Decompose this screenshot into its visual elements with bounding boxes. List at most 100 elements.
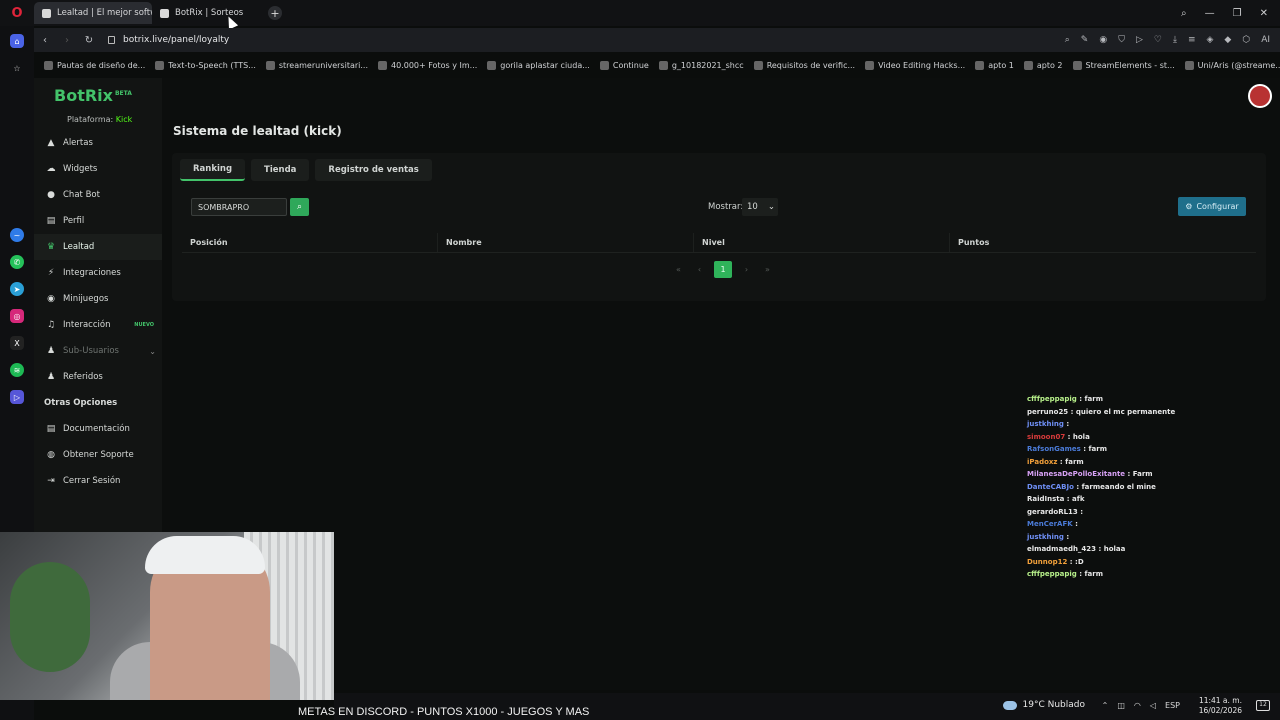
sidebar-item-integraciones[interactable]: ⚡ Integraciones (34, 260, 162, 286)
sidebar-item-perfil[interactable]: ▤ Perfil (34, 208, 162, 234)
camera-icon[interactable]: ◉ (1099, 35, 1107, 45)
chat-text: Farm (1132, 470, 1153, 478)
bookmark-label: Text-to-Speech (TTS... (168, 60, 256, 70)
chat-text: holaa (1103, 545, 1126, 553)
tab-ranking[interactable]: Ranking (180, 159, 246, 181)
bookmark-item[interactable]: Video Editing Hacks... (865, 60, 965, 70)
bookmark-item[interactable]: apto 1 (975, 60, 1014, 70)
url-field[interactable]: botrix.live/panel/loyalty (108, 35, 229, 45)
first-page-button[interactable]: « (672, 261, 685, 278)
sidebar-item-alertas[interactable]: ▲ Alertas (34, 130, 162, 156)
sidebar-item-widgets[interactable]: ☁ Widgets (34, 156, 162, 182)
extension-icon[interactable]: ◆ (1224, 35, 1231, 45)
sidebar-item-chat-bot[interactable]: ● Chat Bot (34, 182, 162, 208)
search-input[interactable]: SOMBRAPRO (191, 198, 287, 216)
last-page-button[interactable]: » (761, 261, 774, 278)
current-page-button[interactable]: 1 (714, 261, 732, 278)
bookmark-item[interactable]: Uni/Aris (@streame... (1184, 60, 1280, 70)
sidebar-item-obtener-soporte[interactable]: ◍ Obtener Soporte (34, 442, 162, 468)
avatar[interactable] (1248, 84, 1272, 108)
close-icon[interactable]: ✕ (1260, 8, 1268, 19)
sidebar-item-label: Referidos (63, 372, 103, 382)
heart-icon[interactable]: ♡ (1154, 35, 1162, 45)
reload-icon[interactable]: ↻ (78, 35, 100, 46)
clock[interactable]: 11:41 a. m. 16/02/2026 (1199, 696, 1242, 716)
sidebar-item-sub-usuarios[interactable]: ♟ Sub-Usuarios ⌄ (34, 338, 162, 364)
menu-icon[interactable]: ≡ (1188, 35, 1196, 45)
bookmark-item[interactable]: StreamElements - st... (1072, 60, 1175, 70)
zoom-icon[interactable]: ⌕ (1065, 35, 1070, 45)
screen: O Lealtad | El mejor softwar BotRix | So… (0, 0, 1280, 720)
back-icon[interactable]: ‹ (34, 35, 56, 46)
search-tabs-icon[interactable]: ⌕ (1181, 8, 1187, 19)
column-nivel[interactable]: Nivel (694, 233, 950, 252)
bookmark-item[interactable]: Continue (599, 60, 649, 70)
sidebar-item-lealtad[interactable]: ♛ Lealtad (34, 234, 162, 260)
wifi-icon[interactable]: ◠ (1134, 701, 1141, 710)
brand-logo[interactable]: BotRix BETA (54, 86, 132, 105)
ai-button[interactable]: AI (1261, 35, 1270, 45)
shield-icon[interactable]: ⛉ (1118, 35, 1125, 45)
player-icon[interactable]: ▷ (10, 390, 24, 404)
home-icon[interactable]: ⌂ (10, 34, 24, 48)
minimize-icon[interactable]: — (1205, 8, 1215, 19)
star-icon[interactable]: ☆ (10, 61, 24, 75)
x-twitter-icon[interactable]: X (10, 336, 24, 350)
sidebar-item-minijuegos[interactable]: ◉ Minijuegos (34, 286, 162, 312)
new-badge: NUEVO (134, 322, 154, 328)
column-nombre[interactable]: Nombre (438, 233, 694, 252)
chevron-up-icon[interactable]: ⌃ (1102, 701, 1109, 710)
bookmark-item[interactable]: 40.000+ Fotos y Im... (378, 60, 477, 70)
person-cap-shape (145, 536, 265, 574)
sidebar-item-interacci-n[interactable]: ♫ Interacción NUEVO (34, 312, 162, 338)
forward-icon[interactable]: › (56, 35, 78, 46)
opera-logo-icon[interactable]: O (0, 0, 34, 26)
bookmark-item[interactable]: Text-to-Speech (TTS... (155, 60, 256, 70)
chat-separator: : (1072, 520, 1078, 528)
bookmark-item[interactable]: streameruniversitari... (265, 60, 368, 70)
page-size-select[interactable]: 10 ⌄ (742, 198, 778, 216)
sidebar-item-documentaci-n[interactable]: ▤ Documentación (34, 416, 162, 442)
weather-widget[interactable]: 19°C Nublado (1002, 700, 1085, 710)
notification-button[interactable]: 12 (1256, 700, 1270, 711)
spotify-icon[interactable]: ≋ (10, 363, 24, 377)
bookmark-item[interactable]: Requisitos de verific... (753, 60, 855, 70)
messenger-icon[interactable]: ~ (10, 228, 24, 242)
bookmarks-bar: Pautas de diseño de... Text-to-Speech (TT… (34, 56, 1280, 74)
edit-icon[interactable]: ✎ (1081, 35, 1089, 45)
bookmark-item[interactable]: g_10182021_shcc (658, 60, 744, 70)
chat-text: farm (1084, 395, 1103, 403)
network-icon[interactable]: ◫ (1117, 701, 1125, 710)
sidebar-item-cerrar-sesi-n[interactable]: ⇥ Cerrar Sesión (34, 468, 162, 494)
whatsapp-icon[interactable]: ✆ (10, 255, 24, 269)
tab-tienda[interactable]: Tienda (251, 159, 310, 181)
tab-sorteos[interactable]: BotRix | Sorteos (152, 2, 262, 24)
chat-username: justkhing (1027, 420, 1064, 428)
trophy-icon: ♛ (46, 242, 56, 252)
bookmark-item[interactable]: gorila aplastar ciuda... (487, 60, 590, 70)
tab-registro-ventas[interactable]: Registro de ventas (315, 159, 432, 181)
download-icon[interactable]: ⤓ (1173, 35, 1177, 45)
configure-button[interactable]: ⚙ Configurar (1178, 197, 1246, 216)
bookmark-item[interactable]: Pautas de diseño de... (44, 60, 145, 70)
prev-page-button[interactable]: ‹ (693, 261, 706, 278)
tab-lealtad[interactable]: Lealtad | El mejor softwar (34, 2, 152, 24)
search-button[interactable]: ⌕ (290, 198, 309, 216)
cube-icon[interactable]: ⬡ (1242, 35, 1250, 45)
sidebar-item-label: Perfil (63, 216, 85, 226)
column-puntos[interactable]: Puntos (950, 233, 1256, 252)
chat-text: :D (1075, 557, 1084, 566)
maximize-icon[interactable]: ❐ (1233, 8, 1242, 19)
warning-icon: ▲ (47, 138, 55, 148)
sidebar-item-referidos[interactable]: ♟ Referidos (34, 364, 162, 390)
wallet-icon[interactable]: ◈ (1206, 35, 1213, 45)
language-indicator[interactable]: ESP (1165, 701, 1180, 710)
instagram-icon[interactable]: ◎ (10, 309, 24, 323)
next-page-button[interactable]: › (740, 261, 753, 278)
bookmark-item[interactable]: apto 2 (1023, 60, 1063, 70)
play-icon[interactable]: ▷ (1136, 35, 1143, 45)
column-posicion[interactable]: Posición (182, 233, 438, 252)
telegram-icon[interactable]: ➤ (10, 282, 24, 296)
new-tab-button[interactable]: + (268, 6, 282, 20)
volume-icon[interactable]: ◁ (1150, 701, 1156, 710)
